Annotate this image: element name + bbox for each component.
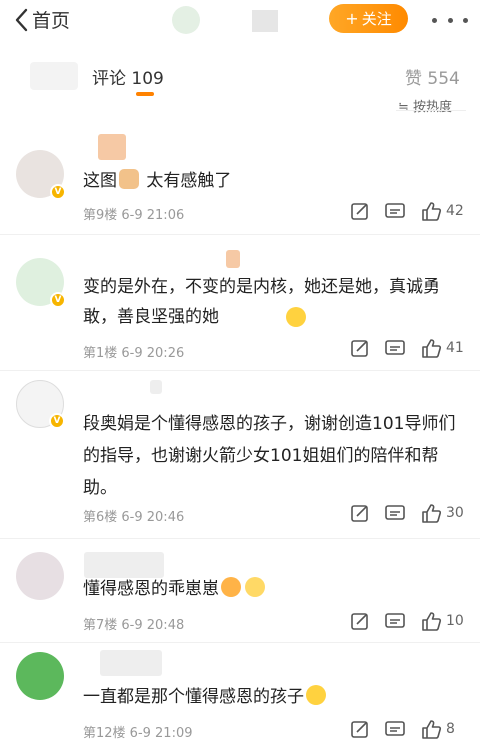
plus-icon: + bbox=[345, 9, 359, 28]
divider bbox=[0, 642, 480, 643]
comment-text: 懂得感恩的乖崽崽 bbox=[83, 574, 463, 604]
reply-button[interactable] bbox=[384, 611, 406, 631]
reply-button[interactable] bbox=[384, 201, 406, 221]
username-blurred bbox=[150, 380, 162, 394]
crying-icon bbox=[306, 685, 326, 705]
comment-text: 一直都是那个懂得感恩的孩子 bbox=[83, 682, 463, 712]
comment-meta: 第7楼 6-9 20:48 bbox=[83, 618, 185, 633]
v-badge-icon: V bbox=[50, 292, 66, 308]
crying-icon bbox=[286, 307, 306, 327]
comment-icon bbox=[384, 338, 406, 358]
comment-actions: 42 bbox=[336, 200, 466, 222]
like-button[interactable]: 10 bbox=[420, 610, 466, 632]
avatar[interactable]: V bbox=[16, 150, 66, 200]
active-tab-indicator bbox=[136, 92, 154, 96]
avatar[interactable]: V bbox=[16, 380, 65, 429]
like-icon bbox=[420, 502, 442, 524]
tab-likes[interactable]: 赞 554 bbox=[405, 64, 460, 89]
back-button[interactable]: 首页 bbox=[14, 6, 70, 33]
like-icon bbox=[420, 337, 442, 359]
v-badge-icon: V bbox=[49, 413, 65, 429]
username-blurred bbox=[226, 250, 240, 268]
comment-icon bbox=[384, 201, 406, 221]
comment-actions: 30 bbox=[336, 502, 466, 524]
like-button[interactable]: 42 bbox=[420, 200, 466, 222]
tab-comments[interactable]: 评论 109 bbox=[92, 64, 164, 89]
divider bbox=[0, 370, 480, 371]
comment-text: 这图 太有感触了 bbox=[83, 169, 232, 191]
sort-toggle[interactable]: ≒ 按热度 bbox=[398, 96, 452, 115]
comment-actions: 41 bbox=[336, 337, 466, 359]
v-badge-icon: V bbox=[50, 184, 66, 200]
comment-meta: 第1楼 6-9 20:26 bbox=[83, 346, 185, 361]
share-button[interactable] bbox=[350, 719, 370, 739]
divider bbox=[396, 110, 466, 111]
top-nav: 首页 + 关注 bbox=[0, 0, 480, 40]
comment-actions: 10 bbox=[336, 610, 466, 632]
reply-button[interactable] bbox=[384, 338, 406, 358]
like-button[interactable]: 8 bbox=[420, 718, 466, 740]
comment-actions: 8 bbox=[336, 718, 466, 740]
comment-icon bbox=[384, 611, 406, 631]
follow-label: 关注 bbox=[361, 10, 392, 28]
comment-meta: 第6楼 6-9 20:46 bbox=[83, 510, 185, 525]
comment-meta: 第9楼 6-9 21:06 bbox=[83, 208, 185, 223]
share-icon bbox=[350, 503, 370, 523]
kiss-icon bbox=[221, 577, 241, 597]
like-button[interactable]: 30 bbox=[420, 502, 466, 524]
share-button[interactable] bbox=[350, 338, 370, 358]
divider bbox=[0, 538, 480, 539]
like-count: 8 bbox=[446, 721, 455, 737]
like-icon bbox=[420, 718, 442, 740]
share-icon bbox=[350, 611, 370, 631]
username-blurred bbox=[98, 134, 126, 160]
author-avatar[interactable] bbox=[172, 6, 200, 34]
author-name-blurred bbox=[252, 10, 278, 32]
share-icon bbox=[350, 201, 370, 221]
share-button[interactable] bbox=[350, 503, 370, 523]
comment-text: 变的是外在，不变的是内核，她还是她，真诚勇敢，善良坚强的她 bbox=[83, 277, 440, 327]
username-blurred bbox=[100, 650, 162, 676]
reply-button[interactable] bbox=[384, 503, 406, 523]
comment-meta: 第12楼 6-9 21:09 bbox=[83, 726, 193, 741]
like-count: 30 bbox=[446, 505, 464, 521]
like-icon bbox=[420, 200, 442, 222]
back-label: 首页 bbox=[32, 10, 71, 32]
like-count: 10 bbox=[446, 613, 464, 629]
share-icon bbox=[350, 719, 370, 739]
comment-icon bbox=[384, 719, 406, 739]
share-button[interactable] bbox=[350, 611, 370, 631]
thumbs-up-icon bbox=[119, 169, 139, 189]
share-button[interactable] bbox=[350, 201, 370, 221]
like-count: 41 bbox=[446, 340, 464, 356]
comment-icon bbox=[384, 503, 406, 523]
comment-text: 段奥娟是个懂得感恩的孩子，谢谢创造101导师们的指导，也谢谢火箭少女101姐姐们… bbox=[83, 414, 456, 498]
reply-button[interactable] bbox=[384, 719, 406, 739]
like-count: 42 bbox=[446, 203, 464, 219]
follow-button[interactable]: + 关注 bbox=[329, 4, 408, 33]
avatar[interactable] bbox=[16, 552, 64, 600]
sad-face-icon bbox=[245, 577, 265, 597]
comment-tabs: 评论 109 赞 554 bbox=[0, 52, 480, 96]
like-icon bbox=[420, 610, 442, 632]
avatar[interactable] bbox=[16, 652, 64, 700]
more-icon[interactable] bbox=[432, 10, 468, 30]
divider bbox=[0, 234, 480, 235]
avatar[interactable]: V bbox=[16, 258, 66, 308]
like-button[interactable]: 41 bbox=[420, 337, 466, 359]
chevron-left-icon bbox=[14, 8, 28, 32]
share-icon bbox=[350, 338, 370, 358]
blurred-tab bbox=[30, 62, 78, 90]
